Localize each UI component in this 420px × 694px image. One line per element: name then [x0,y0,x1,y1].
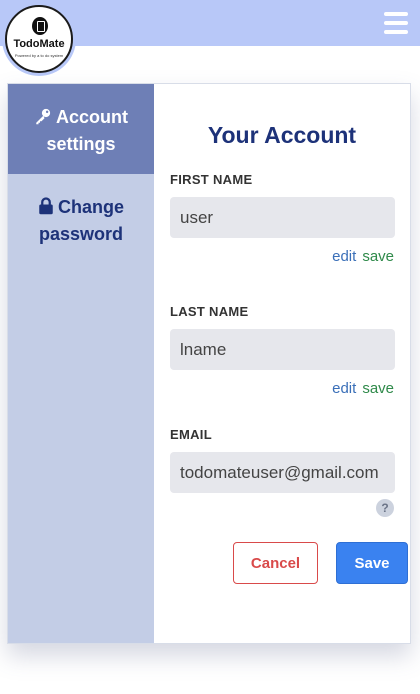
sidebar-item-account-settings[interactable]: Account settings [8,84,154,174]
sidebar-item-label-line2: password [38,224,124,244]
settings-sidebar: Account settings Change password [8,84,154,643]
key-icon [36,108,51,125]
first-name-actions: edit save [332,248,394,265]
email-label: EMAIL [170,427,212,442]
sidebar-item-change-password[interactable]: Change password [8,174,154,248]
last-name-actions: edit save [332,380,394,397]
logo-title: TodoMate [13,38,65,50]
last-name-save-link[interactable]: save [362,380,394,397]
first-name-edit-link[interactable]: edit [332,248,356,265]
sidebar-item-label: Change [57,197,124,217]
logo-badge: TodoMate Powered by a to do system [5,5,73,73]
page-title: Your Account [207,122,357,148]
save-button[interactable]: Save [336,542,408,584]
email-field[interactable] [170,452,395,493]
settings-card: Account settings Change password Your Ac… [7,83,411,644]
last-name-label: LAST NAME [170,304,249,319]
first-name-save-link[interactable]: save [362,248,394,265]
first-name-field[interactable] [170,197,395,238]
logo-tagline: Powered by a to do system [14,53,64,58]
clipboard-icon [32,17,48,35]
account-form: Your Account FIRST NAME edit save LAST NA… [154,84,410,643]
lock-icon [39,197,53,215]
first-name-label: FIRST NAME [170,172,253,187]
app-logo[interactable]: TodoMate Powered by a to do system [2,2,76,76]
last-name-field[interactable] [170,329,395,370]
cancel-button[interactable]: Cancel [233,542,318,584]
help-icon[interactable]: ? [376,499,394,517]
sidebar-item-label: Account [56,107,128,127]
sidebar-item-label-line2: settings [46,134,116,154]
last-name-edit-link[interactable]: edit [332,380,356,397]
hamburger-menu-icon[interactable] [384,12,408,34]
